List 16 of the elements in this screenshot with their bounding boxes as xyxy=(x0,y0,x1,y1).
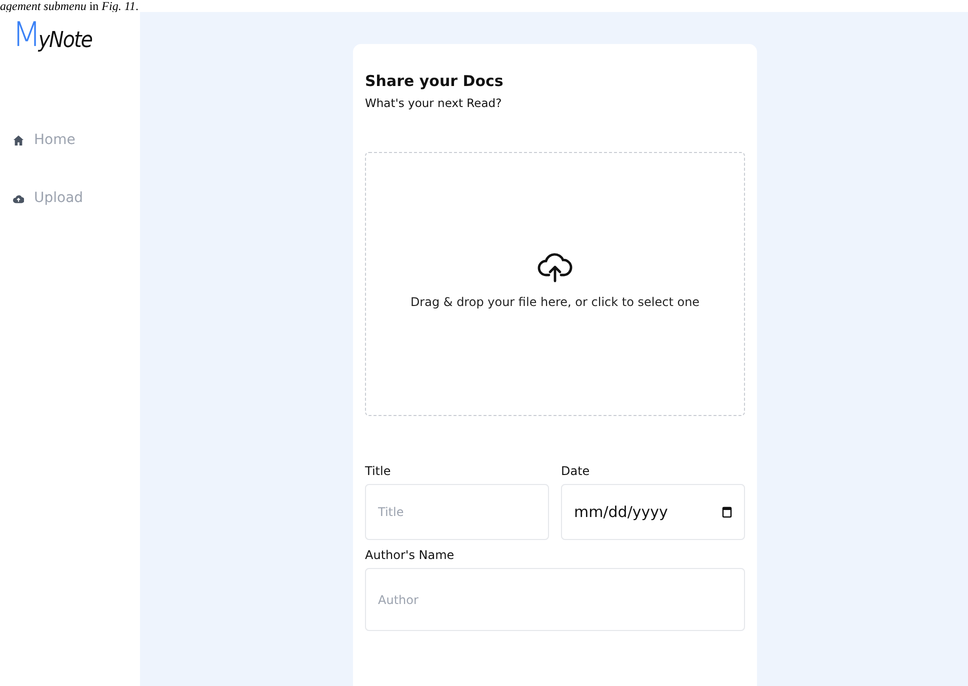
dropzone-text: Drag & drop your file here, or click to select one xyxy=(410,295,700,309)
calendar-icon xyxy=(722,506,732,518)
cloud-upload-icon xyxy=(537,251,573,283)
dropzone[interactable]: Drag & drop your file here, or click to select one xyxy=(365,152,745,416)
caption-text: agement submenu in Fig. 11. xyxy=(0,0,140,12)
text-field[interactable]: Author xyxy=(365,568,745,631)
field-label: Author's Name xyxy=(365,548,456,562)
home-icon xyxy=(13,134,24,146)
logo: MyNote xyxy=(12,18,92,52)
text-field[interactable]: Title xyxy=(365,484,549,540)
field-label: Title xyxy=(365,464,392,478)
card-subtitle: What's your next Read? xyxy=(365,96,503,110)
date-field[interactable]: mm/dd/yyyy xyxy=(561,484,745,540)
field-label: Date xyxy=(561,464,591,478)
card-title: Share your Docs xyxy=(365,72,504,90)
upload-icon xyxy=(13,192,24,204)
